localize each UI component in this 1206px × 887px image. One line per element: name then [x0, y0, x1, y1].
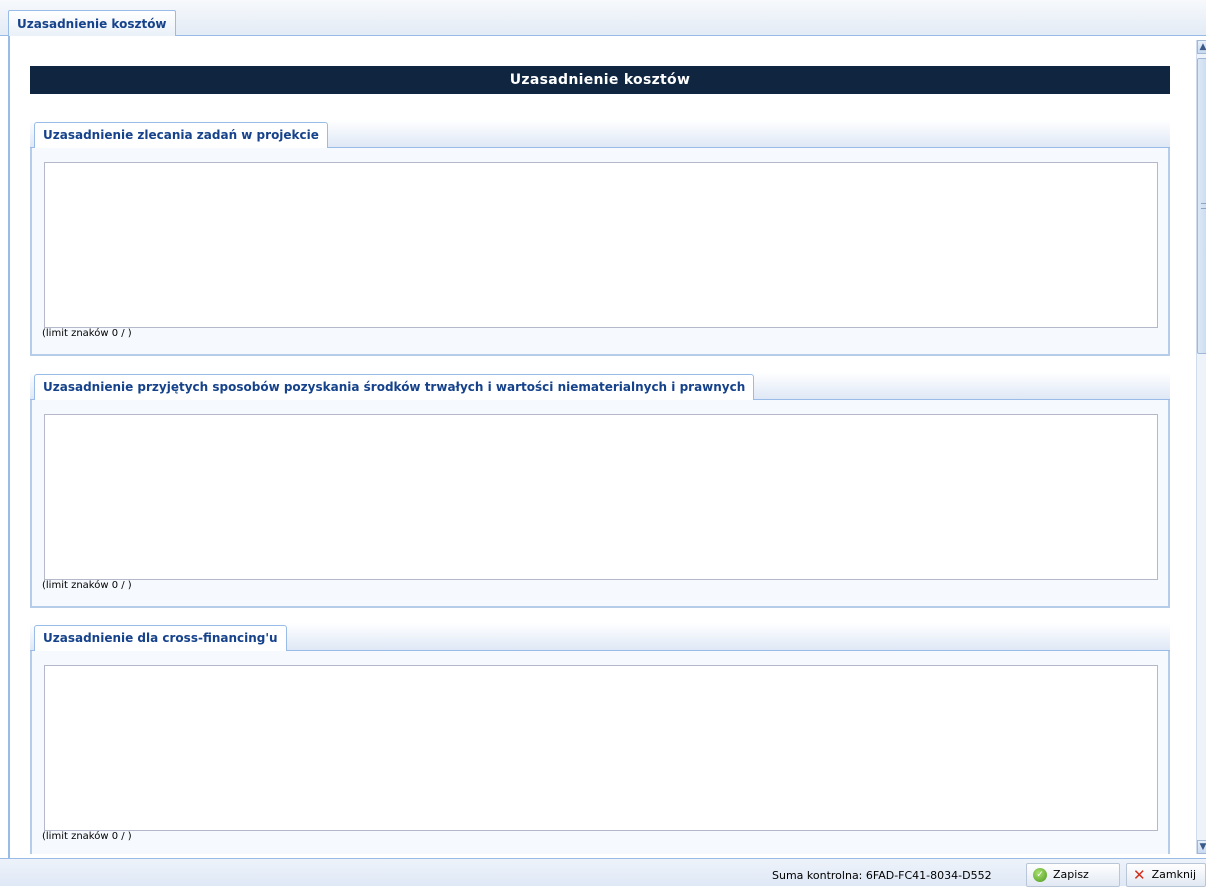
close-button[interactable]: ✕ Zamknij — [1126, 863, 1206, 887]
srodki-trwale-textarea[interactable] — [44, 414, 1158, 580]
form-scroll-area: Uzasadnienie kosztów Uzasadnienie zlecan… — [20, 40, 1196, 854]
section-tab-zlecanie-zadan[interactable]: Uzasadnienie zlecania zadań w projekcie — [34, 122, 328, 149]
char-limit-label: (limit znaków 0 / ) — [42, 831, 132, 842]
section-cross-financing: Uzasadnienie dla cross-financing'u (limi… — [30, 623, 1170, 854]
section-tab-cross-financing[interactable]: Uzasadnienie dla cross-financing'u — [34, 625, 287, 652]
grip-icon — [1201, 203, 1206, 209]
char-limit-label: (limit znaków 0 / ) — [42, 580, 132, 591]
scrollbar-thumb[interactable] — [1197, 58, 1206, 354]
vertical-scrollbar[interactable]: ▲ ▼ — [1196, 40, 1206, 854]
tab-uzasadnienie-kosztow[interactable]: Uzasadnienie kosztów — [8, 10, 176, 37]
top-tabstrip: Uzasadnienie kosztów — [0, 0, 1206, 37]
cross-financing-textarea[interactable] — [44, 665, 1158, 831]
section-srodki-trwale: Uzasadnienie przyjętych sposobów pozyska… — [30, 372, 1170, 612]
section-body: (limit znaków 0 / ) — [30, 148, 1170, 356]
main-panel: Uzasadnienie kosztów Uzasadnienie zlecan… — [8, 36, 1206, 858]
char-limit-label: (limit znaków 0 / ) — [42, 328, 132, 339]
checksum-label: Suma kontrolna: 6FAD-FC41-8034-D552 — [772, 869, 992, 882]
section-tabstrip: Uzasadnienie dla cross-financing'u — [30, 623, 1170, 652]
section-tab-srodki-trwale[interactable]: Uzasadnienie przyjętych sposobów pozyska… — [34, 374, 755, 401]
form-header: Uzasadnienie kosztów — [30, 66, 1170, 94]
bottom-toolbar: Suma kontrolna: 6FAD-FC41-8034-D552 ✓ Za… — [0, 858, 1206, 887]
section-tabstrip: Uzasadnienie przyjętych sposobów pozyska… — [30, 372, 1170, 401]
scroll-down-arrow-icon[interactable]: ▼ — [1197, 840, 1206, 854]
section-zlecanie-zadan: Uzasadnienie zlecania zadań w projekcie … — [30, 120, 1170, 360]
save-button-label: Zapisz — [1053, 868, 1089, 881]
save-button[interactable]: ✓ Zapisz — [1026, 863, 1120, 887]
check-circle-icon: ✓ — [1033, 868, 1047, 882]
section-body: (limit znaków 0 / ) — [30, 651, 1170, 854]
close-button-label: Zamknij — [1151, 868, 1197, 881]
close-icon: ✕ — [1133, 866, 1146, 884]
scroll-up-arrow-icon[interactable]: ▲ — [1197, 40, 1206, 54]
section-tabstrip: Uzasadnienie zlecania zadań w projekcie — [30, 120, 1170, 149]
zlecanie-zadan-textarea[interactable] — [44, 162, 1158, 328]
section-body: (limit znaków 0 / ) — [30, 400, 1170, 608]
